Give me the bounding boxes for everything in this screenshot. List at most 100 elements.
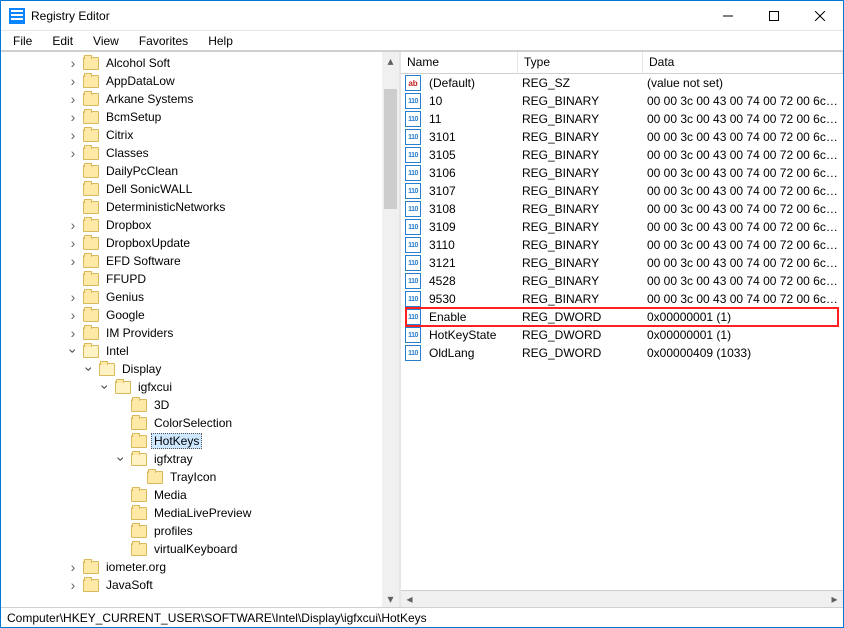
tree-expand-icon[interactable] — [65, 235, 81, 251]
tree-node[interactable]: igfxtray — [1, 450, 382, 468]
list-row[interactable]: 1103107REG_BINARY00 00 3c 00 43 00 74 00… — [401, 182, 843, 200]
tree-expand-icon[interactable] — [97, 379, 113, 395]
tree-node-label[interactable]: AppDataLow — [103, 74, 178, 88]
tree-expand-icon[interactable] — [113, 451, 129, 467]
tree-node-label[interactable]: Intel — [103, 344, 132, 358]
tree-node-label[interactable]: Media — [151, 488, 190, 502]
tree-expand-icon[interactable] — [65, 559, 81, 575]
scroll-down-icon[interactable]: ▾ — [382, 590, 399, 607]
tree-node-label[interactable]: DropboxUpdate — [103, 236, 193, 250]
tree-expand-icon[interactable] — [81, 361, 97, 377]
list-body[interactable]: ab(Default)REG_SZ(value not set)11010REG… — [401, 74, 843, 590]
tree-expand-icon[interactable] — [65, 109, 81, 125]
scroll-left-icon[interactable]: ◂ — [401, 591, 418, 608]
tree-node-label[interactable]: igfxtray — [151, 452, 196, 466]
tree-expand-icon[interactable] — [65, 343, 81, 359]
tree-expand-icon[interactable] — [65, 91, 81, 107]
tree-node-label[interactable]: Genius — [103, 290, 147, 304]
tree-node-label[interactable]: MediaLivePreview — [151, 506, 254, 520]
tree-node[interactable]: EFD Software — [1, 252, 382, 270]
tree-node-label[interactable]: Dell SonicWALL — [103, 182, 195, 196]
list-row[interactable]: 1103110REG_BINARY00 00 3c 00 43 00 74 00… — [401, 236, 843, 254]
list-row[interactable]: 110EnableREG_DWORD0x00000001 (1) — [401, 308, 843, 326]
tree-node[interactable]: DeterministicNetworks — [1, 198, 382, 216]
tree-node[interactable]: virtualKeyboard — [1, 540, 382, 558]
tree-vertical-scrollbar[interactable]: ▴ ▾ — [382, 52, 399, 607]
titlebar[interactable]: Registry Editor — [1, 1, 843, 31]
tree-node-label[interactable]: profiles — [151, 524, 196, 538]
list-horizontal-scrollbar[interactable]: ◂ ▸ — [401, 590, 843, 607]
tree-expand-icon[interactable] — [65, 145, 81, 161]
column-header-type[interactable]: Type — [518, 52, 643, 73]
list-row[interactable]: 1103106REG_BINARY00 00 3c 00 43 00 74 00… — [401, 164, 843, 182]
tree-node[interactable]: Dropbox — [1, 216, 382, 234]
column-header-name[interactable]: Name — [401, 52, 518, 73]
tree-expand-icon[interactable] — [65, 55, 81, 71]
tree-node-label[interactable]: DeterministicNetworks — [103, 200, 228, 214]
maximize-button[interactable] — [751, 1, 797, 31]
tree-node[interactable]: Classes — [1, 144, 382, 162]
list-row[interactable]: 1109530REG_BINARY00 00 3c 00 43 00 74 00… — [401, 290, 843, 308]
tree-node-label[interactable]: Dropbox — [103, 218, 154, 232]
tree-node-label[interactable]: TrayIcon — [167, 470, 219, 484]
tree-node[interactable]: Genius — [1, 288, 382, 306]
tree-node-label[interactable]: ColorSelection — [151, 416, 235, 430]
tree-node-label[interactable]: BcmSetup — [103, 110, 164, 124]
tree-node[interactable]: DailyPcClean — [1, 162, 382, 180]
tree-node[interactable]: AppDataLow — [1, 72, 382, 90]
list-row[interactable]: 1103101REG_BINARY00 00 3c 00 43 00 74 00… — [401, 128, 843, 146]
tree-node[interactable]: BcmSetup — [1, 108, 382, 126]
scroll-right-icon[interactable]: ▸ — [826, 591, 843, 608]
tree-expand-icon[interactable] — [65, 577, 81, 593]
scroll-up-icon[interactable]: ▴ — [382, 52, 399, 69]
list-row[interactable]: 11011REG_BINARY00 00 3c 00 43 00 74 00 7… — [401, 110, 843, 128]
tree-node[interactable]: Arkane Systems — [1, 90, 382, 108]
tree-node[interactable]: FFUPD — [1, 270, 382, 288]
menu-file[interactable]: File — [5, 31, 40, 51]
tree-node-label[interactable]: JavaSoft — [103, 578, 156, 592]
scroll-thumb[interactable] — [384, 89, 397, 209]
tree-node-label[interactable]: virtualKeyboard — [151, 542, 240, 556]
tree-node[interactable]: TrayIcon — [1, 468, 382, 486]
tree-node-label[interactable]: DailyPcClean — [103, 164, 181, 178]
tree-expand-icon[interactable] — [65, 127, 81, 143]
list-row[interactable]: ab(Default)REG_SZ(value not set) — [401, 74, 843, 92]
tree-node-label[interactable]: Classes — [103, 146, 152, 160]
tree-node[interactable]: Dell SonicWALL — [1, 180, 382, 198]
minimize-button[interactable] — [705, 1, 751, 31]
tree-expand-icon[interactable] — [65, 325, 81, 341]
list-row[interactable]: 11010REG_BINARY00 00 3c 00 43 00 74 00 7… — [401, 92, 843, 110]
tree-node-label[interactable]: HotKeys — [151, 433, 202, 449]
tree-node[interactable]: ColorSelection — [1, 414, 382, 432]
tree-expand-icon[interactable] — [65, 307, 81, 323]
tree-node-label[interactable]: 3D — [151, 398, 172, 412]
list-row[interactable]: 1103105REG_BINARY00 00 3c 00 43 00 74 00… — [401, 146, 843, 164]
tree-node[interactable]: 3D — [1, 396, 382, 414]
list-row[interactable]: 1103108REG_BINARY00 00 3c 00 43 00 74 00… — [401, 200, 843, 218]
tree-node-label[interactable]: Citrix — [103, 128, 136, 142]
tree-node-label[interactable]: Display — [119, 362, 164, 376]
menu-help[interactable]: Help — [200, 31, 241, 51]
menu-view[interactable]: View — [85, 31, 127, 51]
tree-node[interactable]: Display — [1, 360, 382, 378]
tree-node[interactable]: Alcohol Soft — [1, 54, 382, 72]
tree-node-label[interactable]: Arkane Systems — [103, 92, 196, 106]
tree-node[interactable]: Citrix — [1, 126, 382, 144]
tree-node[interactable]: HotKeys — [1, 432, 382, 450]
close-button[interactable] — [797, 1, 843, 31]
menu-edit[interactable]: Edit — [44, 31, 81, 51]
tree-scroll-area[interactable]: Alcohol Soft AppDataLow Arkane Systems BcmS… — [1, 52, 382, 607]
tree-node-label[interactable]: iometer.org — [103, 560, 169, 574]
menu-favorites[interactable]: Favorites — [131, 31, 196, 51]
tree-node-label[interactable]: IM Providers — [103, 326, 176, 340]
tree-node[interactable]: Media — [1, 486, 382, 504]
tree-expand-icon[interactable] — [65, 289, 81, 305]
tree-node[interactable]: Intel — [1, 342, 382, 360]
tree-node[interactable]: IM Providers — [1, 324, 382, 342]
tree-node[interactable]: igfxcui — [1, 378, 382, 396]
tree-node[interactable]: iometer.org — [1, 558, 382, 576]
tree-node[interactable]: DropboxUpdate — [1, 234, 382, 252]
list-row[interactable]: 110HotKeyStateREG_DWORD0x00000001 (1) — [401, 326, 843, 344]
column-header-data[interactable]: Data — [643, 52, 843, 73]
tree-node[interactable]: JavaSoft — [1, 576, 382, 594]
